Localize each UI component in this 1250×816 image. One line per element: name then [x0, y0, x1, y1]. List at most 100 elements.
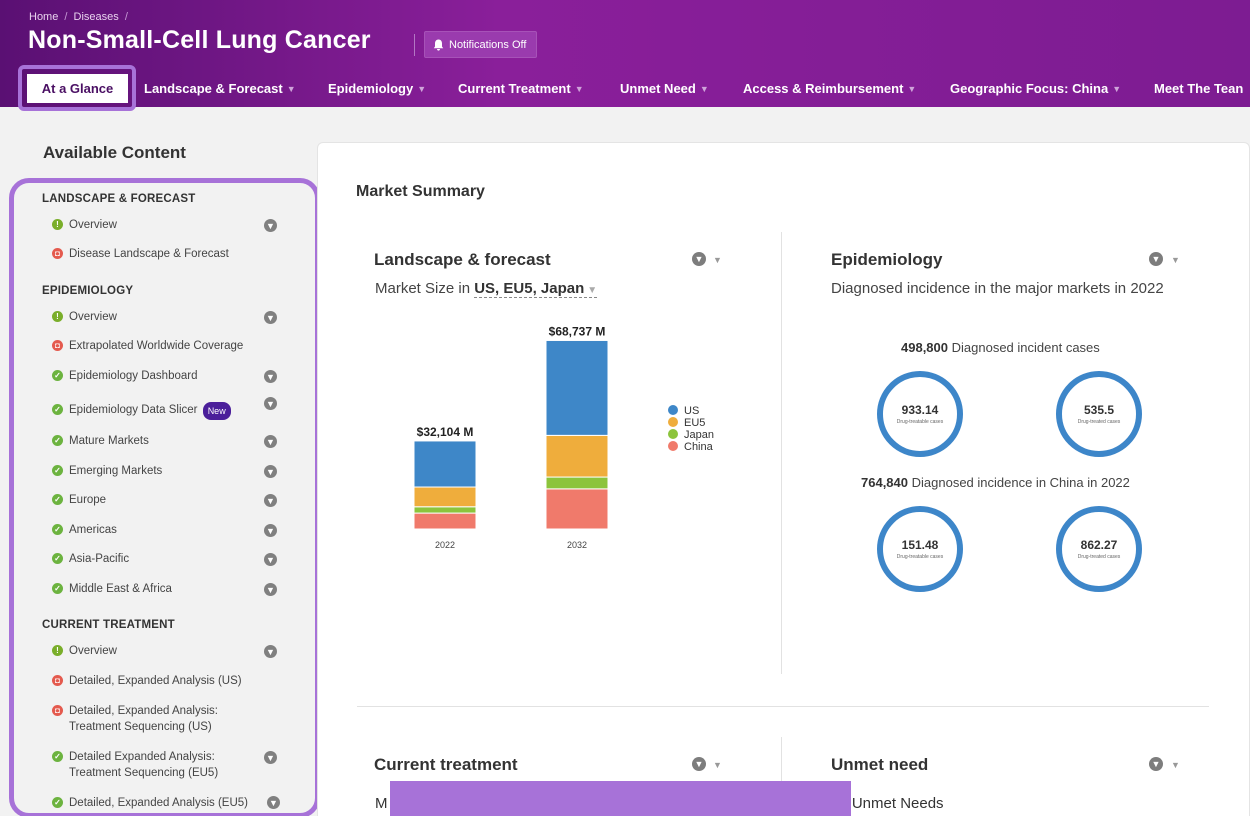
sidebar-item-label: Overview	[69, 311, 117, 323]
download-icon[interactable]: ▼	[264, 751, 277, 764]
tab-geographic-focus-china[interactable]: Geographic Focus: China ▼	[950, 70, 1121, 107]
tab-meet-the-team[interactable]: Meet The Tean	[1154, 70, 1243, 107]
sidebar-item-middle-east-africa[interactable]: ✓ Middle East & Africa	[52, 581, 292, 597]
market-select[interactable]: US, EU5, Japan ▼	[474, 280, 598, 298]
landscape-panel-title: Landscape & forecast	[374, 250, 551, 269]
bar-segment-eu5-2022[interactable]	[413, 486, 477, 508]
chevron-down-icon[interactable]: ▼	[1171, 760, 1180, 770]
tab-access-reimbursement[interactable]: Access & Reimbursement ▼	[743, 70, 916, 107]
sidebar-item-mature-markets[interactable]: ✓ Mature Markets	[52, 433, 292, 449]
download-icon[interactable]: ▼	[264, 465, 277, 478]
ring-value: 535.5	[1083, 403, 1115, 417]
check-icon: ✓	[52, 583, 63, 594]
sidebar-item-label: Overview	[69, 645, 117, 657]
download-icon[interactable]: ▼	[264, 553, 277, 566]
sidebar-item-disease-landscape-forecast[interactable]: ◘ Disease Landscape & Forecast	[52, 246, 292, 262]
main-nav: Landscape & Forecast ▼ Epidemiology ▼ Curr…	[0, 70, 1250, 107]
epidemiology-panel-title: Epidemiology	[831, 250, 943, 269]
check-icon: ✓	[52, 370, 63, 381]
bar-segment-japan-2022[interactable]	[413, 506, 477, 514]
sidebar-item-asia-pacific[interactable]: ✓ Asia-Pacific	[52, 551, 292, 567]
bar-segment-us-2032[interactable]	[545, 339, 609, 436]
sidebar-item-epi-overview[interactable]: ! Overview	[52, 309, 292, 325]
bar-segment-china-2032[interactable]	[545, 488, 609, 530]
chevron-down-icon: ▼	[699, 83, 709, 94]
chevron-down-icon[interactable]: ▼	[713, 760, 722, 770]
download-icon[interactable]: ▼	[692, 757, 706, 771]
legend-label-japan: Japan	[684, 429, 714, 441]
chevron-down-icon[interactable]: ▼	[1171, 255, 1180, 265]
download-icon[interactable]: ▼	[264, 397, 277, 410]
chevron-down-icon[interactable]: ▼	[713, 255, 722, 265]
sidebar-section-landscape: LANDSCAPE & FORECAST	[42, 193, 196, 205]
sidebar-item-treatment-sequencing-us[interactable]: ◘ Detailed, Expanded Analysis: Treatment …	[52, 703, 252, 735]
breadcrumb-home[interactable]: Home	[29, 11, 58, 23]
tab-label: Current Treatment	[458, 81, 571, 96]
notifications-button[interactable]: Notifications Off	[424, 31, 538, 58]
breadcrumb-separator: /	[64, 11, 68, 23]
ring-label: Drug-treated cases	[1077, 419, 1121, 425]
ring-label: Drug-treatable cases	[896, 419, 944, 425]
ring-value: 933.14	[901, 403, 939, 417]
current-treatment-caption: M	[375, 795, 388, 812]
chevron-down-icon: ▼	[286, 83, 296, 94]
lock-icon: ◘	[52, 705, 63, 716]
bar-segment-china-2022[interactable]	[413, 512, 477, 530]
ring-value: 862.27	[1080, 538, 1118, 552]
x-tick-label: 2022	[435, 540, 455, 550]
sidebar-item-epidemiology-data-slicer[interactable]: ✓ Epidemiology Data Slicer New	[52, 402, 292, 420]
download-icon[interactable]: ▼	[1149, 757, 1163, 771]
sidebar-item-label: Epidemiology Data Slicer New	[69, 402, 231, 420]
download-icon[interactable]: ▼	[264, 219, 277, 232]
market-size-chart: $32,104 M 2022 $68,737 M 2032 USEU5JapanChin…	[413, 324, 714, 550]
sidebar-item-europe[interactable]: ✓ Europe	[52, 492, 292, 508]
chevron-down-icon: ▼	[587, 285, 598, 296]
sidebar-item-extrapolated-worldwide[interactable]: ◘ Extrapolated Worldwide Coverage	[52, 338, 292, 354]
market-size-prefix: Market Size in	[375, 280, 471, 297]
sidebar-item-text: Epidemiology Data Slicer	[69, 404, 198, 416]
tab-current-treatment[interactable]: Current Treatment ▼	[458, 70, 584, 107]
sidebar-item-label: Extrapolated Worldwide Coverage	[69, 340, 244, 352]
download-icon[interactable]: ▼	[264, 583, 277, 596]
download-icon[interactable]: ▼	[264, 370, 277, 383]
bar-segment-eu5-2032[interactable]	[545, 434, 609, 478]
tab-label: Geographic Focus: China	[950, 81, 1109, 96]
tab-unmet-need[interactable]: Unmet Need ▼	[620, 70, 709, 107]
download-icon[interactable]: ▼	[264, 435, 277, 448]
sidebar-item-epidemiology-dashboard[interactable]: ✓ Epidemiology Dashboard	[52, 368, 292, 384]
breadcrumb-diseases[interactable]: Diseases	[74, 11, 119, 23]
tab-label: Unmet Need	[620, 81, 696, 96]
bar-segment-us-2022[interactable]	[413, 440, 477, 488]
download-icon[interactable]: ▼	[264, 645, 277, 658]
stat-label: Diagnosed incidence in China in 2022	[911, 475, 1130, 490]
legend-swatch-china	[668, 441, 678, 451]
bar-segment-japan-2032[interactable]	[545, 476, 609, 490]
download-icon[interactable]: ▼	[692, 252, 706, 266]
sidebar-item-landscape-overview[interactable]: ! Overview	[52, 217, 292, 233]
download-icon[interactable]: ▼	[264, 524, 277, 537]
download-icon[interactable]: ▼	[264, 311, 277, 324]
sidebar-item-expanded-analysis-eu5[interactable]: ✓ Detailed, Expanded Analysis (EU5)	[52, 795, 292, 811]
sidebar-item-treatment-sequencing-eu5[interactable]: ✓ Detailed Expanded Analysis: Treatment S…	[52, 749, 252, 781]
sidebar-item-emerging-markets[interactable]: ✓ Emerging Markets	[52, 463, 292, 479]
sidebar-item-americas[interactable]: ✓ Americas	[52, 522, 292, 538]
check-icon: ✓	[52, 494, 63, 505]
sidebar-item-ct-overview[interactable]: ! Overview	[52, 643, 292, 659]
tab-landscape-forecast[interactable]: Landscape & Forecast ▼	[144, 70, 296, 107]
breadcrumb: Home / Diseases /	[29, 11, 128, 23]
download-icon[interactable]: ▼	[264, 494, 277, 507]
ring-label: Drug-treated cases	[1077, 554, 1121, 560]
new-badge: New	[202, 402, 231, 420]
legend-swatch-us	[668, 405, 678, 415]
check-icon: ✓	[52, 553, 63, 564]
check-icon: ✓	[52, 797, 63, 808]
download-icon[interactable]: ▼	[1149, 252, 1163, 266]
market-summary-title: Market Summary	[356, 183, 485, 200]
tab-epidemiology[interactable]: Epidemiology ▼	[328, 70, 426, 107]
tab-label: Epidemiology	[328, 81, 414, 96]
sidebar-item-expanded-analysis-us[interactable]: ◘ Detailed, Expanded Analysis (US)	[52, 673, 292, 689]
notifications-label: Notifications Off	[449, 38, 527, 51]
download-icon[interactable]: ▼	[267, 796, 280, 809]
lock-icon: ◘	[52, 675, 63, 686]
drug-treated-ring: 535.5 Drug-treated cases	[1056, 371, 1142, 457]
